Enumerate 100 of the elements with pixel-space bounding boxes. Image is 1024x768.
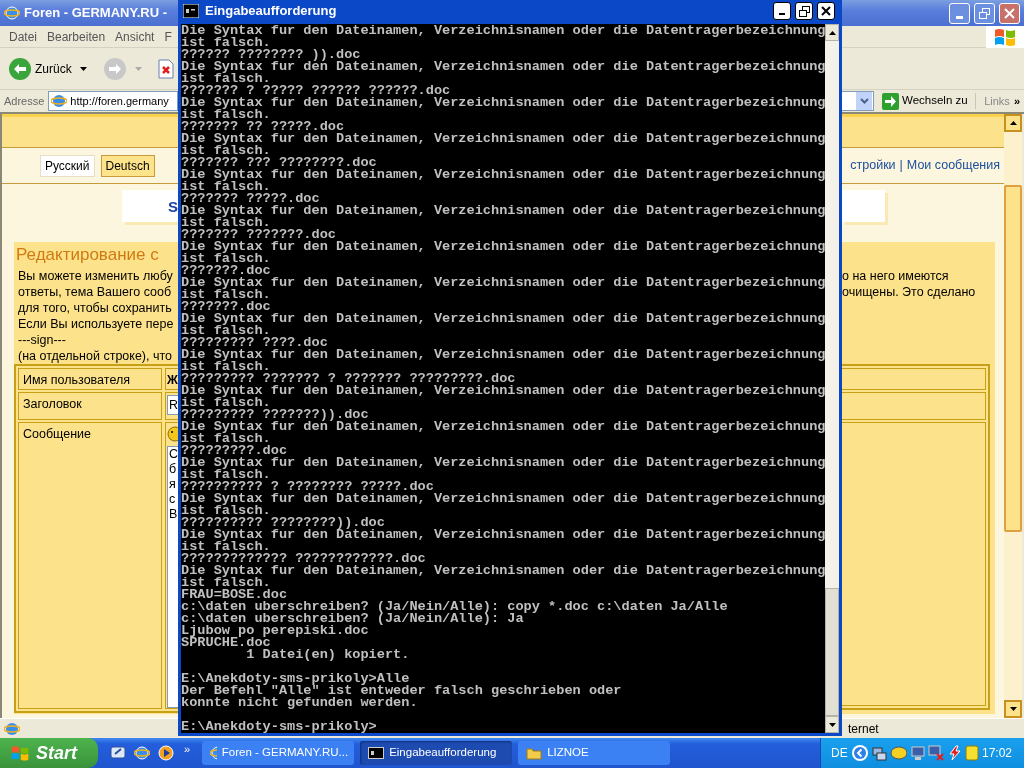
console-line: ?????????? ????????)).doc (181, 517, 385, 529)
menu-item[interactable]: Bearbeiten (42, 27, 111, 46)
scroll-up-button[interactable] (825, 24, 839, 41)
arrow-up-icon (1009, 121, 1017, 125)
menu-item[interactable]: Ansicht (110, 27, 160, 46)
restore-icon (979, 7, 990, 19)
scroll-down-button[interactable] (1004, 700, 1022, 718)
menu-item[interactable]: Datei (4, 27, 42, 46)
back-button[interactable]: Zurück (8, 56, 72, 81)
scroll-thumb[interactable] (825, 588, 839, 716)
console-line: ist falsch. (181, 289, 272, 301)
close-icon (821, 6, 831, 16)
console-line: ist falsch. (181, 433, 271, 445)
paragraph-line: о на него имеются (842, 268, 950, 284)
media-player-icon[interactable] (158, 745, 174, 761)
restore-button[interactable] (795, 2, 813, 20)
console-icon (368, 745, 385, 761)
taskbar-button[interactable]: LIZNOE (518, 741, 671, 765)
console-line: ?????? ???????? )).doc (181, 49, 361, 61)
console-line: ???????.doc (181, 265, 271, 277)
page-icon (51, 93, 68, 109)
console-line: Die Syntax fur den Dateinamen, Verzeichnisnamen oder die Datentragerbezeichnung (181, 493, 826, 505)
more-button[interactable]: » (184, 741, 191, 758)
console-line: ist falsch. (181, 361, 271, 373)
scroll-down-button[interactable] (825, 716, 839, 733)
console-line: ??????? ???????.doc (181, 229, 337, 241)
console-line: ist falsch. (181, 145, 272, 157)
console-line: Ljubow po perepiski.doc (181, 625, 370, 637)
scroll-thumb[interactable] (1004, 185, 1022, 532)
language-button[interactable]: Русский (40, 154, 95, 177)
dropdown-button[interactable] (79, 66, 87, 71)
tray-app-icon[interactable] (889, 745, 907, 761)
more-button[interactable]: » (1013, 92, 1024, 110)
console-line: ??????? ? ????? ?????? ??????.doc (181, 85, 451, 97)
console-line: ??????? ?? ?????.doc (181, 121, 345, 133)
chevron-left-icon[interactable] (850, 744, 869, 762)
console-line: ist falsch. (181, 37, 271, 49)
console-line: Die Syntax fur den Dateinamen, Verzeichnisnamen oder die Datentragerbezeichnung (181, 241, 826, 253)
console-line: ist falsch. (181, 577, 271, 589)
page-heading: Редактирование с (16, 245, 159, 264)
console-line: ????????? ????.doc (181, 337, 329, 349)
arrow-up-icon (828, 30, 836, 35)
console-line: Die Syntax fur den Dateinamen, Verzeichnisnamen oder die Datentragerbezeichnung (181, 529, 826, 541)
paragraph-line: Если Вы используете пере (18, 315, 175, 332)
console-line: Die Syntax fur den Dateinamen, Verzeichnisnamen oder die Datentragerbezeichnung (181, 457, 826, 469)
close-icon (1004, 7, 1015, 19)
minimize-button[interactable] (773, 2, 791, 20)
smiley-icon[interactable] (166, 426, 178, 443)
minimize-icon (779, 13, 785, 15)
network-icon[interactable] (871, 745, 887, 761)
form-label: Сообщение (18, 421, 162, 709)
paragraph-line: очищены. Это сделано (842, 284, 977, 300)
message-field[interactable]: С б я с В (166, 445, 178, 708)
language-button[interactable]: Deutsch (100, 154, 155, 177)
console-line: Die Syntax fur den Dateinamen, Verzeichnisnamen oder die Datentragerbezeichnung (181, 25, 826, 37)
console-line: ???????.doc (181, 301, 271, 313)
console-line: Die Syntax fur den Dateinamen, Verzeichnisnamen oder die Datentragerbezeichnung (181, 565, 826, 577)
console-line: FRAU=BOSE.doc (181, 589, 288, 601)
messages-link[interactable]: Мои сообщения (906, 156, 1000, 175)
console-line: Der Befehl "Alle" ist entweder falsch geschrieben oder (181, 685, 623, 697)
console-line: ist falsch. (181, 469, 271, 481)
desktop-icon[interactable] (110, 745, 126, 761)
console-line: Die Syntax fur den Dateinamen, Verzeichnisnamen oder die Datentragerbezeichnung (181, 349, 826, 361)
disconnected-network-icon[interactable] (928, 745, 944, 761)
windows-flag-icon (993, 26, 1017, 47)
taskbar-button[interactable]: Foren - GERMANY.RU... (202, 741, 355, 765)
folder-icon (526, 745, 543, 761)
close-button[interactable] (817, 2, 835, 20)
caret-icon (79, 66, 87, 71)
scroll-up-button[interactable] (1004, 114, 1022, 132)
console-line: ist falsch. (181, 109, 271, 121)
taskbar-button[interactable]: Eingabeaufforderung (360, 741, 513, 765)
form-label: Имя пользователя (18, 367, 162, 390)
stop-button[interactable] (157, 58, 174, 79)
console-line: ist falsch. (181, 73, 271, 85)
menu-item[interactable]: F (159, 27, 177, 46)
settings-link[interactable]: стройки (850, 156, 896, 175)
computer-icon[interactable] (910, 745, 926, 761)
console-line: ist falsch. (181, 253, 272, 265)
console-line: ist falsch. (181, 541, 271, 553)
input-field[interactable]: R (166, 394, 178, 415)
console-line: c:\daten uberschreiben? (Ja/Nein/Alle): copy *.doc c:\daten Ja/Alle (181, 601, 729, 613)
address-field[interactable]: http://foren.germany (48, 91, 178, 111)
console-line: ist falsch. (181, 217, 271, 229)
console-line: ?????????? ? ???????? ?????.doc (181, 481, 434, 493)
lightning-icon[interactable] (946, 745, 963, 761)
console-line: ?????????.doc (181, 445, 288, 457)
arrow-down-icon (828, 722, 836, 727)
console-line: ????????? ???????)).doc (181, 409, 369, 421)
page-icon (4, 720, 20, 737)
tray-app-icon[interactable] (965, 745, 979, 761)
console-line: Die Syntax fur den Dateinamen, Verzeichnisnamen oder die Datentragerbezeichnung (181, 421, 826, 433)
go-button[interactable]: Wechseln zu (882, 92, 968, 110)
console-line: Die Syntax fur den Dateinamen, Verzeichnisnamen oder die Datentragerbezeichnung (181, 97, 826, 109)
console-line: ist falsch. (181, 325, 271, 337)
status-text: ternet (847, 720, 879, 738)
address-label: Adresse (4, 93, 45, 109)
console-line: ????????? ??????? ? ??????? ?????????.doc (181, 373, 516, 385)
minimize-icon (956, 15, 963, 19)
window-title: Foren - GERMANY.RU - (24, 4, 167, 23)
